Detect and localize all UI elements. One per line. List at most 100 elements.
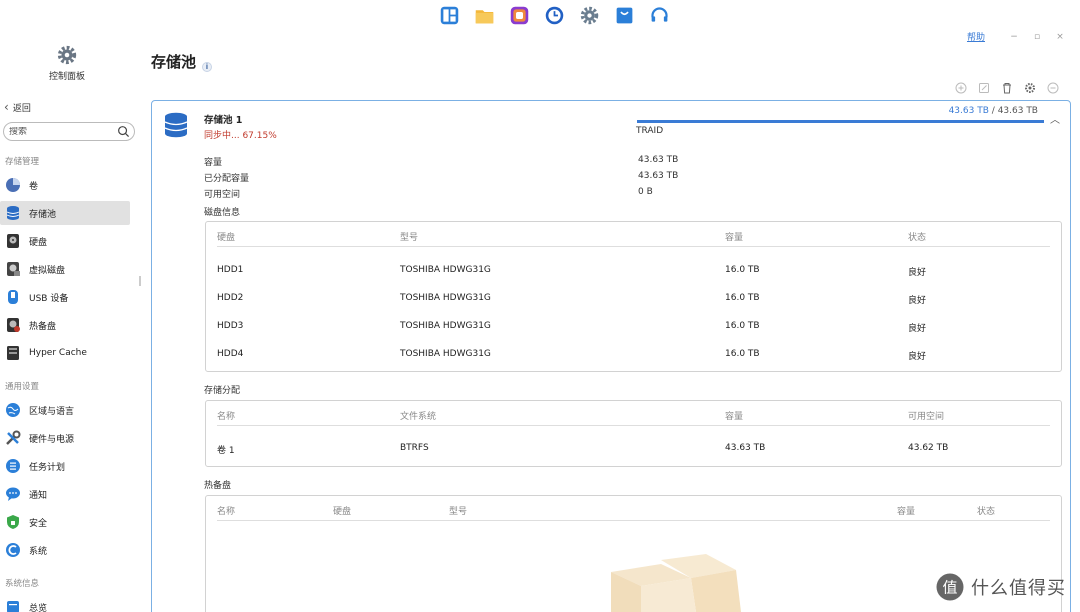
column-header: 可用空间 [908, 412, 945, 422]
control-panel-header: 控制面板 [44, 44, 90, 82]
cell-capacity: 16.0 TB [725, 349, 760, 359]
clock-app-icon[interactable] [543, 4, 566, 26]
cell-status: 良好 [908, 268, 927, 278]
cell-name: 卷 1 [217, 446, 235, 456]
raid-type: TRAID [636, 126, 664, 136]
sidebar-item-notification[interactable]: 通知 [0, 482, 130, 506]
cell-capacity: 16.0 TB [725, 265, 760, 275]
sidebar-item-label: USB 设备 [29, 293, 69, 304]
hot-spare-title: 热备盘 [204, 481, 232, 491]
sidebar-item-task-schedule[interactable]: 任务计划 [0, 454, 130, 478]
cell-capacity: 43.63 TB [725, 443, 766, 453]
window-controls: 帮助 − ▫ × [967, 30, 1066, 44]
sidebar-item-region-language[interactable]: 区域与语言 [0, 398, 130, 422]
sidebar-item-label: 存储池 [29, 209, 57, 220]
cell-model: TOSHIBA HDWG31G [400, 293, 491, 303]
cell-model: TOSHIBA HDWG31G [400, 349, 491, 359]
support-app-icon[interactable] [648, 4, 671, 26]
table-row[interactable]: HDD4 TOSHIBA HDWG31G 16.0 TB 良好 [206, 341, 1061, 369]
sidebar-item-hard-drive[interactable]: 硬盘 [0, 229, 130, 253]
sidebar-item-label: 安全 [29, 518, 48, 529]
sidebar-item-label: 通知 [29, 490, 48, 501]
empty-box-icon [611, 554, 741, 612]
cell-capacity: 16.0 TB [725, 293, 760, 303]
table-row[interactable]: HDD2 TOSHIBA HDWG31G 16.0 TB 良好 [206, 285, 1061, 313]
cell-model: TOSHIBA HDWG31G [400, 321, 491, 331]
sidebar-item-storage-pool[interactable]: 存储池 [0, 201, 130, 225]
sidebar-item-usb[interactable]: USB 设备 [0, 285, 130, 309]
sidebar-item-hardware-power[interactable]: 硬件与电源 [0, 426, 130, 450]
search-box [3, 122, 135, 141]
sidebar: 控制面板 ‹ 返回 存储管理 卷 存储池 硬盘 虚拟磁盘 USB 设备 热备盘 … [0, 40, 142, 612]
pool-name: 存储池 1 [204, 115, 243, 126]
column-header: 容量 [725, 233, 744, 243]
globe-icon [6, 403, 20, 417]
close-icon[interactable]: × [1054, 32, 1066, 42]
search-icon[interactable] [117, 125, 130, 138]
watermark: 值 什么值得买 [935, 572, 1066, 602]
table-row[interactable]: HDD3 TOSHIBA HDWG31G 16.0 TB 良好 [206, 313, 1061, 341]
settings-app-icon[interactable] [578, 4, 601, 26]
free-space-value: 0 B [638, 187, 653, 197]
info-icon[interactable]: i [202, 62, 212, 72]
help-link[interactable]: 帮助 [967, 30, 985, 43]
sidebar-item-security[interactable]: 安全 [0, 510, 130, 534]
group-label-system-info: 系统信息 [5, 579, 40, 589]
system-icon [6, 543, 20, 557]
page-title: 存储池 [151, 53, 197, 71]
app-title: 控制面板 [48, 72, 85, 82]
allocation-table: 名称 文件系统 容量 可用空间 卷 1 BTRFS 43.63 TB 43.62… [205, 400, 1062, 467]
sidebar-item-hot-spare[interactable]: 热备盘 [0, 313, 130, 337]
delete-icon[interactable] [1001, 82, 1013, 94]
back-label: 返回 [12, 103, 31, 114]
sidebar-item-label: 系统 [29, 546, 48, 557]
settings-icon[interactable] [1024, 82, 1036, 94]
sidebar-item-virtual-disk[interactable]: 虚拟磁盘 [0, 257, 130, 281]
search-input[interactable] [9, 126, 117, 137]
sidebar-item-overview[interactable]: 总览 [0, 595, 130, 612]
capacity-used: 43.63 TB [948, 106, 989, 116]
cell-capacity: 16.0 TB [725, 321, 760, 331]
column-header: 文件系统 [400, 412, 437, 422]
hot-spare-table: 名称 硬盘 型号 容量 状态 [205, 495, 1062, 612]
column-header: 名称 [217, 507, 236, 517]
watermark-logo: 值 [936, 573, 964, 601]
sidebar-item-system[interactable]: 系统 [0, 538, 130, 562]
sidebar-item-volume[interactable]: 卷 [0, 173, 130, 197]
table-row[interactable]: 卷 1 BTRFS 43.63 TB 43.62 TB [206, 435, 1061, 463]
sidebar-scroll-handle[interactable] [139, 276, 141, 286]
sidebar-item-label: 总览 [29, 603, 48, 612]
cell-status: 良好 [908, 296, 927, 306]
cell-free-space: 43.62 TB [908, 443, 949, 453]
task-list-icon [6, 459, 20, 473]
column-header: 型号 [400, 233, 419, 243]
table-row[interactable]: HDD1 TOSHIBA HDWG31G 16.0 TB 良好 [206, 257, 1061, 285]
folder-app-icon[interactable] [473, 4, 496, 26]
dashboard-app-icon[interactable] [438, 4, 461, 26]
maximize-icon[interactable]: ▫ [1031, 32, 1043, 42]
database-icon [164, 112, 188, 138]
capacity-value: 43.63 TB [638, 155, 679, 165]
capacity-total: 43.63 TB [997, 106, 1038, 116]
chevron-up-icon[interactable]: ︿ [1050, 111, 1060, 126]
edit-icon[interactable] [978, 82, 990, 94]
allocated-label: 已分配容量 [204, 174, 250, 184]
column-header: 型号 [449, 507, 468, 517]
capacity-progress-bar [637, 120, 1044, 123]
chat-bubble-icon [6, 487, 20, 501]
allocation-title: 存储分配 [204, 386, 241, 396]
cell-disk: HDD1 [217, 265, 244, 275]
sidebar-item-label: 虚拟磁盘 [29, 265, 66, 276]
photos-app-icon[interactable] [508, 4, 531, 26]
watermark-logo-text: 值 [942, 579, 957, 597]
hot-spare-icon [7, 318, 20, 332]
more-icon[interactable] [1047, 82, 1059, 94]
sidebar-item-label: 热备盘 [29, 321, 57, 332]
table-header: 名称 硬盘 型号 容量 状态 [217, 497, 1050, 521]
sidebar-item-label: 卷 [29, 181, 39, 192]
add-icon[interactable] [955, 82, 967, 94]
store-app-icon[interactable] [613, 4, 636, 26]
back-button[interactable]: ‹ 返回 [4, 100, 31, 114]
sidebar-item-hyper-cache[interactable]: Hyper Cache [0, 341, 130, 365]
minimize-icon[interactable]: − [1008, 32, 1020, 42]
